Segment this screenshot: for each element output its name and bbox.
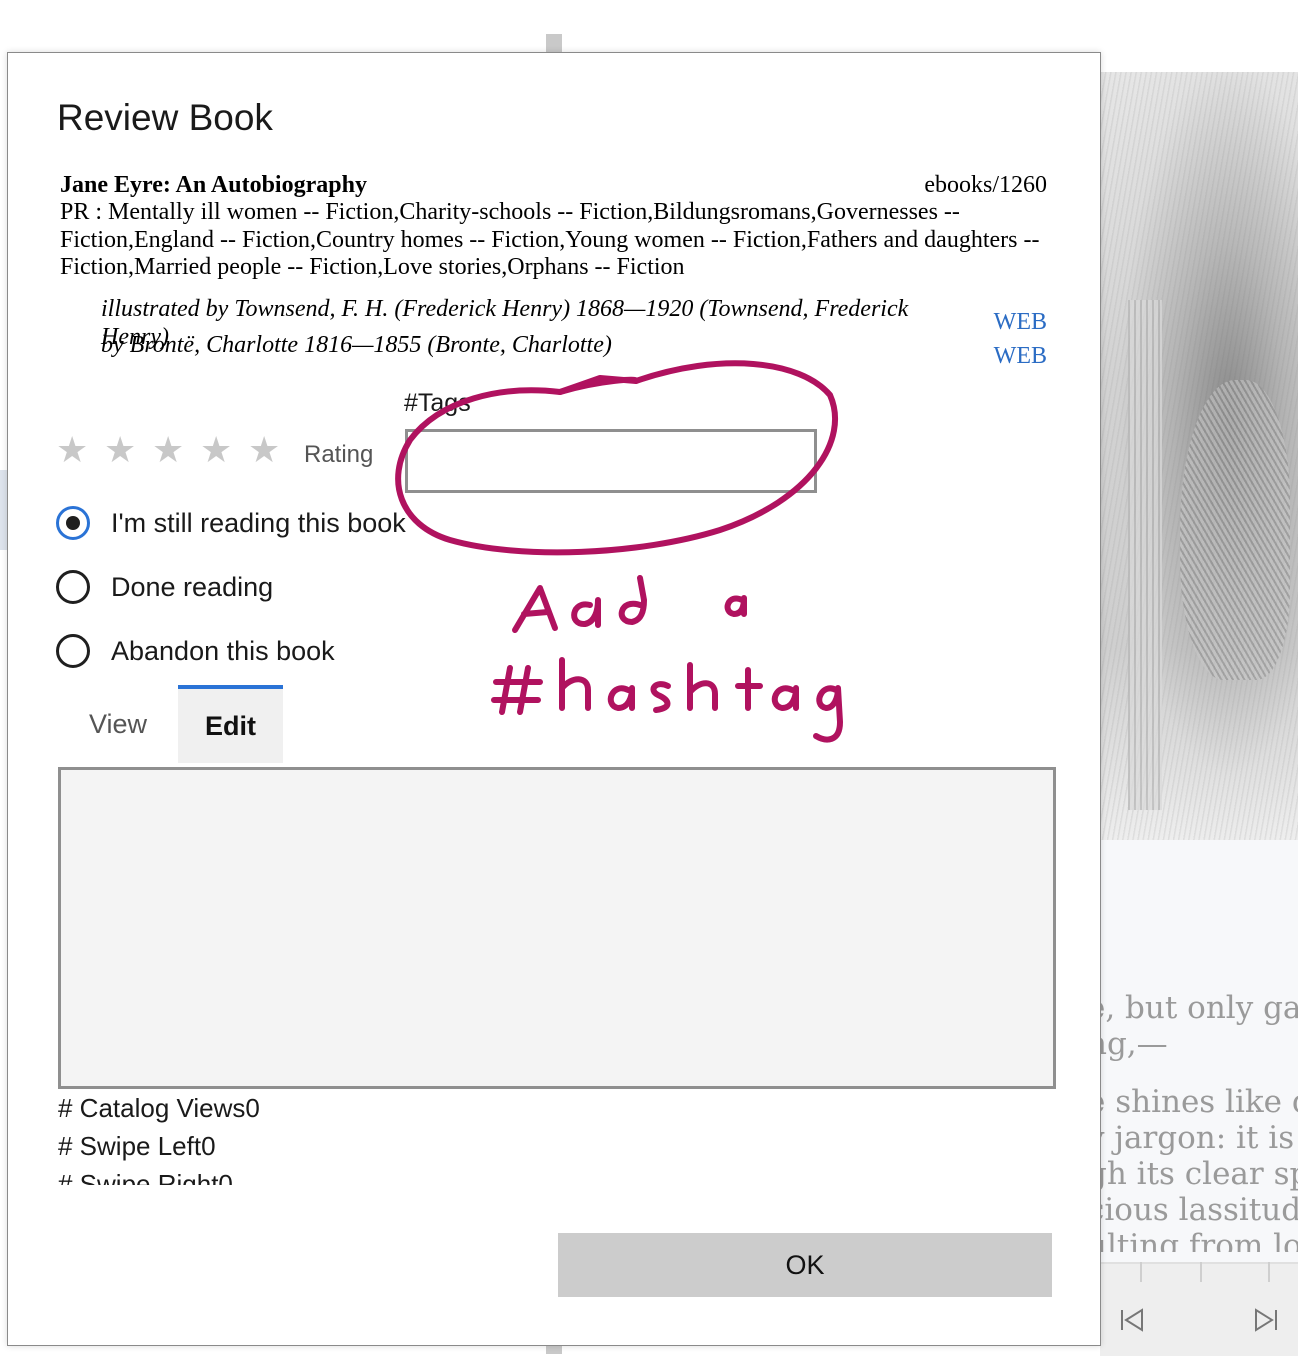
review-book-dialog: Review Book Jane Eyre: An Autobiography … [7, 52, 1101, 1346]
page-line: ulting from lon [1087, 1228, 1298, 1252]
page-line: cious lassitude [1087, 1192, 1298, 1228]
radio-button[interactable] [56, 570, 90, 604]
page-line: gh its clear sph [1087, 1156, 1298, 1192]
radio-button-checked[interactable] [56, 506, 90, 540]
star-icon[interactable]: ★ [104, 433, 136, 469]
tags-input[interactable] [405, 429, 817, 493]
radio-button[interactable] [56, 634, 90, 668]
star-icon[interactable]: ★ [248, 433, 280, 469]
stat-swipe-left: # Swipe Left0 [58, 1131, 216, 1161]
illustration-detail [1128, 300, 1162, 810]
book-subjects: PR : Mentally ill women -- Fiction,Chari… [60, 199, 1040, 280]
stat-swipe-right: # Swipe Right0 [58, 1169, 233, 1185]
ok-button[interactable]: OK [558, 1233, 1052, 1297]
page-line: e, but only gaz [1087, 990, 1298, 1026]
star-icon[interactable]: ★ [152, 433, 184, 469]
star-icon[interactable]: ★ [56, 433, 88, 469]
illustrator-web-link[interactable]: WEB [994, 309, 1047, 336]
radio-label: Abandon this book [111, 635, 335, 666]
tags-label: #Tags [404, 389, 471, 417]
stat-catalog-views: # Catalog Views0 [58, 1093, 260, 1123]
radio-done-reading[interactable]: Done reading [56, 570, 273, 604]
tab-edit[interactable]: Edit [178, 685, 283, 763]
radio-abandon-book[interactable]: Abandon this book [56, 634, 335, 668]
tab-view[interactable]: View [58, 685, 178, 763]
radio-still-reading[interactable]: I'm still reading this book [56, 506, 406, 540]
page-line: ng,— [1087, 1026, 1168, 1062]
book-title: Jane Eyre: An Autobiography [60, 172, 367, 198]
rating-stars: ★ ★ ★ ★ ★ [56, 433, 280, 469]
radio-label: I'm still reading this book [111, 507, 406, 538]
review-tabs: View Edit [58, 685, 283, 763]
book-id: ebooks/1260 [924, 172, 1047, 198]
page-line: y jargon: it is s [1087, 1120, 1298, 1156]
dialog-title: Review Book [57, 97, 273, 138]
star-icon[interactable]: ★ [200, 433, 232, 469]
author-web-link[interactable]: WEB [994, 343, 1047, 370]
skip-back-icon[interactable] [1118, 1306, 1146, 1341]
rating-label: Rating [304, 441, 374, 468]
skip-forward-icon[interactable] [1252, 1306, 1280, 1341]
radio-label: Done reading [111, 571, 274, 602]
stats-list: # Catalog Views0 # Swipe Left0 # Swipe R… [58, 1089, 658, 1185]
review-text-editor[interactable] [58, 767, 1056, 1089]
book-page-text: e, but only gaz ng,— e shines like de y … [1087, 990, 1298, 1252]
page-line: e shines like de [1087, 1084, 1298, 1120]
author-credit: by Brontë, Charlotte 1816—1855 (Bronte, … [101, 332, 612, 358]
illustration-figure [1180, 380, 1290, 680]
